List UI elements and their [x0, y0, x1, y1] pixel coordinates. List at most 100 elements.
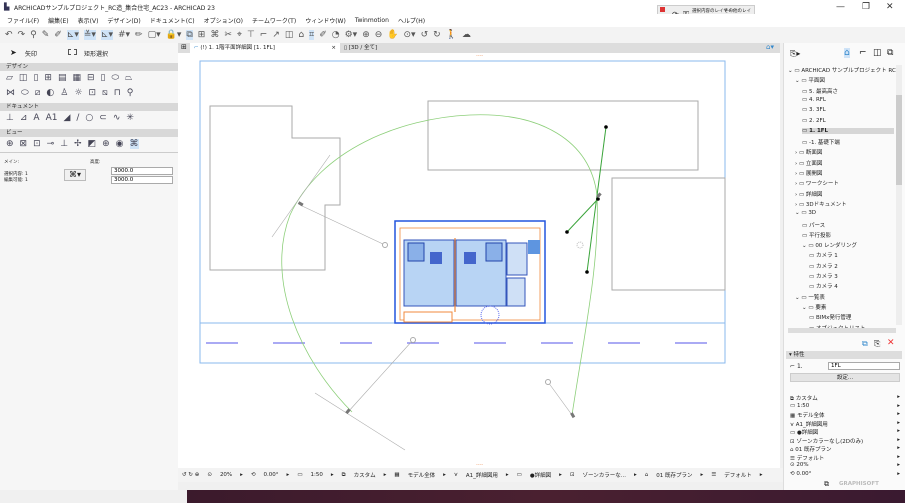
- menu-window[interactable]: ウィンドウ(W): [305, 16, 346, 25]
- view-map-icon[interactable]: ⌐: [859, 48, 867, 58]
- snap-guide-icon[interactable]: ⊾▾: [66, 30, 79, 40]
- adjust-icon[interactable]: ⊤: [247, 30, 255, 40]
- project-map-icon[interactable]: ⌂: [844, 48, 850, 58]
- view-tools-row[interactable]: ⊕ ⊠ ⊡ ⊸ ⊥ ✢ ◩ ⊕ ◉ ⌘: [6, 139, 139, 149]
- arrow-icon[interactable]: ▸: [897, 420, 900, 426]
- splitter-handle-top[interactable]: ----: [476, 53, 483, 59]
- suspend-groups-icon[interactable]: ⊞: [198, 30, 206, 40]
- tree-item[interactable]: › ▭ 展開図: [795, 169, 822, 177]
- close-button[interactable]: ✕: [886, 2, 894, 12]
- scale-value[interactable]: 1:50: [311, 472, 323, 478]
- tree-item[interactable]: ▭ カメラ 2: [809, 262, 838, 270]
- document-tools-row[interactable]: ⊥ ⊿ A A1 ◢ / ○ ⊂ ∿ ✳: [6, 113, 134, 123]
- orbit-icon[interactable]: ◔: [332, 30, 340, 40]
- tree-item[interactable]: ▭ 3. 3FL: [802, 107, 826, 113]
- menu-help[interactable]: ヘルプ(H): [398, 16, 425, 25]
- design-tools-row2[interactable]: ⋈ ⬭ ⧄ ◐ ♙ ☼ ⊡ ⧅ ⊓ ⚲: [6, 88, 133, 98]
- design-tools-row1[interactable]: ▱ ◫ ▯ ⊞ ▤ ▦ ⊟ ▯ ⬭ ⏢: [6, 73, 132, 83]
- marquee-tool-icon[interactable]: [68, 49, 77, 55]
- menu-design[interactable]: デザイン(D): [107, 16, 140, 25]
- panel-icon[interactable]: ⧉: [824, 480, 829, 489]
- settings-view-icon[interactable]: ⎘: [874, 339, 880, 349]
- tree-item[interactable]: ▭ カメラ 4: [809, 282, 838, 290]
- menu-file[interactable]: ファイル(F): [7, 16, 39, 25]
- menu-edit[interactable]: 編集(E): [48, 16, 68, 25]
- tree-item[interactable]: ▭ パース: [802, 221, 825, 229]
- navigator-options-icon[interactable]: ⎘▸: [790, 49, 800, 59]
- drawing-canvas[interactable]: ---- ----: [178, 53, 780, 468]
- layout-book-icon[interactable]: ◫: [873, 48, 882, 58]
- tree-item[interactable]: ▭ カメラ 1: [809, 251, 838, 259]
- tree-item[interactable]: ▭ 4. RFL: [802, 97, 826, 103]
- menu-document[interactable]: ドキュメント(C): [150, 16, 195, 25]
- tree-item[interactable]: ⌄ ▭ 要素: [802, 303, 826, 311]
- zoom-out-icon[interactable]: ⊖: [375, 30, 383, 40]
- trace-icon[interactable]: ⌗: [309, 30, 315, 40]
- paint-icon[interactable]: ✐: [319, 30, 327, 40]
- tree-hscrollbar[interactable]: [788, 328, 896, 333]
- tab-close-icon[interactable]: ×: [331, 43, 336, 53]
- tree-item[interactable]: ⌄ ▭ 平面図: [795, 76, 825, 84]
- lock-icon[interactable]: 🔒▾: [166, 30, 182, 40]
- arrow-tool-label[interactable]: 矢印: [25, 49, 37, 58]
- menu-view[interactable]: 表示(V): [78, 16, 99, 25]
- settings-icon[interactable]: ⚙▾: [345, 30, 358, 40]
- layer-combo-value[interactable]: A1_詳細図用: [466, 471, 498, 479]
- next-zoom-icon[interactable]: ↻: [433, 30, 441, 40]
- guide-lines-icon[interactable]: ≚▾: [83, 30, 96, 40]
- walk-icon[interactable]: 🚶: [446, 30, 457, 40]
- arrow-icon[interactable]: ▸: [897, 428, 900, 434]
- angle-value[interactable]: 0.00°: [264, 472, 279, 478]
- restore-button[interactable]: ❐: [862, 2, 870, 12]
- home-icon[interactable]: ⌂: [298, 30, 304, 40]
- curve-icon[interactable]: ↗: [272, 30, 280, 40]
- tree-scrollbar[interactable]: [896, 65, 902, 325]
- property-item[interactable]: ▭ 1:50 ▸: [790, 403, 900, 409]
- pen-icon[interactable]: ✏: [135, 30, 143, 40]
- arrow-icon[interactable]: ▸: [897, 403, 900, 409]
- fit-icon[interactable]: ⊙▾: [404, 30, 416, 40]
- properties-header[interactable]: ▾ 特性: [786, 351, 902, 359]
- new-view-icon[interactable]: ⧉: [862, 339, 868, 349]
- property-item[interactable]: ⊡ ゾーンカラーなし(2Dのみ) ▸: [790, 437, 900, 445]
- trim-icon[interactable]: ✂: [224, 30, 232, 40]
- zone-value[interactable]: ゾーンカラーな...: [583, 471, 626, 479]
- property-item[interactable]: ▦ モデル全体 ▸: [790, 411, 900, 419]
- height-input-2[interactable]: [111, 176, 173, 184]
- tree-item[interactable]: ▭ 5. 最高高さ: [802, 87, 838, 95]
- tree-item[interactable]: ▭ カメラ 3: [809, 272, 838, 280]
- undo-zoom-icon[interactable]: ↺ ↻ ⊕: [182, 472, 199, 478]
- property-item[interactable]: ⌂ 01 既存プラン ▸: [790, 445, 900, 453]
- property-item[interactable]: ▭ ●詳細図 ▸: [790, 428, 900, 436]
- split-icon[interactable]: ⌖: [237, 30, 242, 40]
- explore-icon[interactable]: ☁: [462, 30, 471, 40]
- grid-icon[interactable]: #▾: [118, 30, 130, 40]
- property-item[interactable]: ☰ デフォルト ▸: [790, 454, 900, 462]
- arrow-icon[interactable]: ▸: [897, 471, 900, 477]
- undo-icon[interactable]: ↶: [5, 30, 13, 40]
- property-item[interactable]: ⋎ A1_詳細図用 ▸: [790, 420, 900, 428]
- publisher-icon[interactable]: ⧉: [887, 48, 893, 58]
- height-input-1[interactable]: [111, 167, 173, 175]
- arrow-icon[interactable]: ▸: [897, 462, 900, 468]
- tree-item[interactable]: › ▭ 断面図: [795, 148, 822, 156]
- tree-item[interactable]: ▭ 平行投影: [802, 231, 831, 239]
- pick-up-icon[interactable]: ⚲: [30, 30, 37, 40]
- menu-twinmotion[interactable]: Twinmotion: [355, 17, 389, 24]
- zoom-icon[interactable]: ⊙: [207, 472, 212, 478]
- arrow-icon[interactable]: ▸: [897, 394, 900, 400]
- view-options-icon[interactable]: ⌂▾: [766, 43, 774, 51]
- delete-icon[interactable]: ✕: [887, 338, 895, 348]
- section-view[interactable]: ビュー: [0, 129, 178, 137]
- properties-name-input[interactable]: [828, 362, 900, 370]
- dimension-value[interactable]: ●詳細図: [530, 471, 551, 479]
- previous-zoom-icon[interactable]: ↺: [421, 30, 429, 40]
- model-view-value[interactable]: モデル全体: [408, 471, 436, 479]
- close-widget-icon[interactable]: [660, 7, 665, 12]
- minimize-button[interactable]: —: [836, 2, 845, 12]
- layer-icon[interactable]: ▢▾: [148, 30, 161, 40]
- tree-item[interactable]: › ▭ 3Dドキュメント: [795, 200, 847, 208]
- tree-item[interactable]: › ▭ ワークシート: [795, 179, 839, 187]
- renovation-value[interactable]: 01 既存プラン: [656, 471, 692, 479]
- property-item[interactable]: ⊙ 20% ▸: [790, 462, 900, 468]
